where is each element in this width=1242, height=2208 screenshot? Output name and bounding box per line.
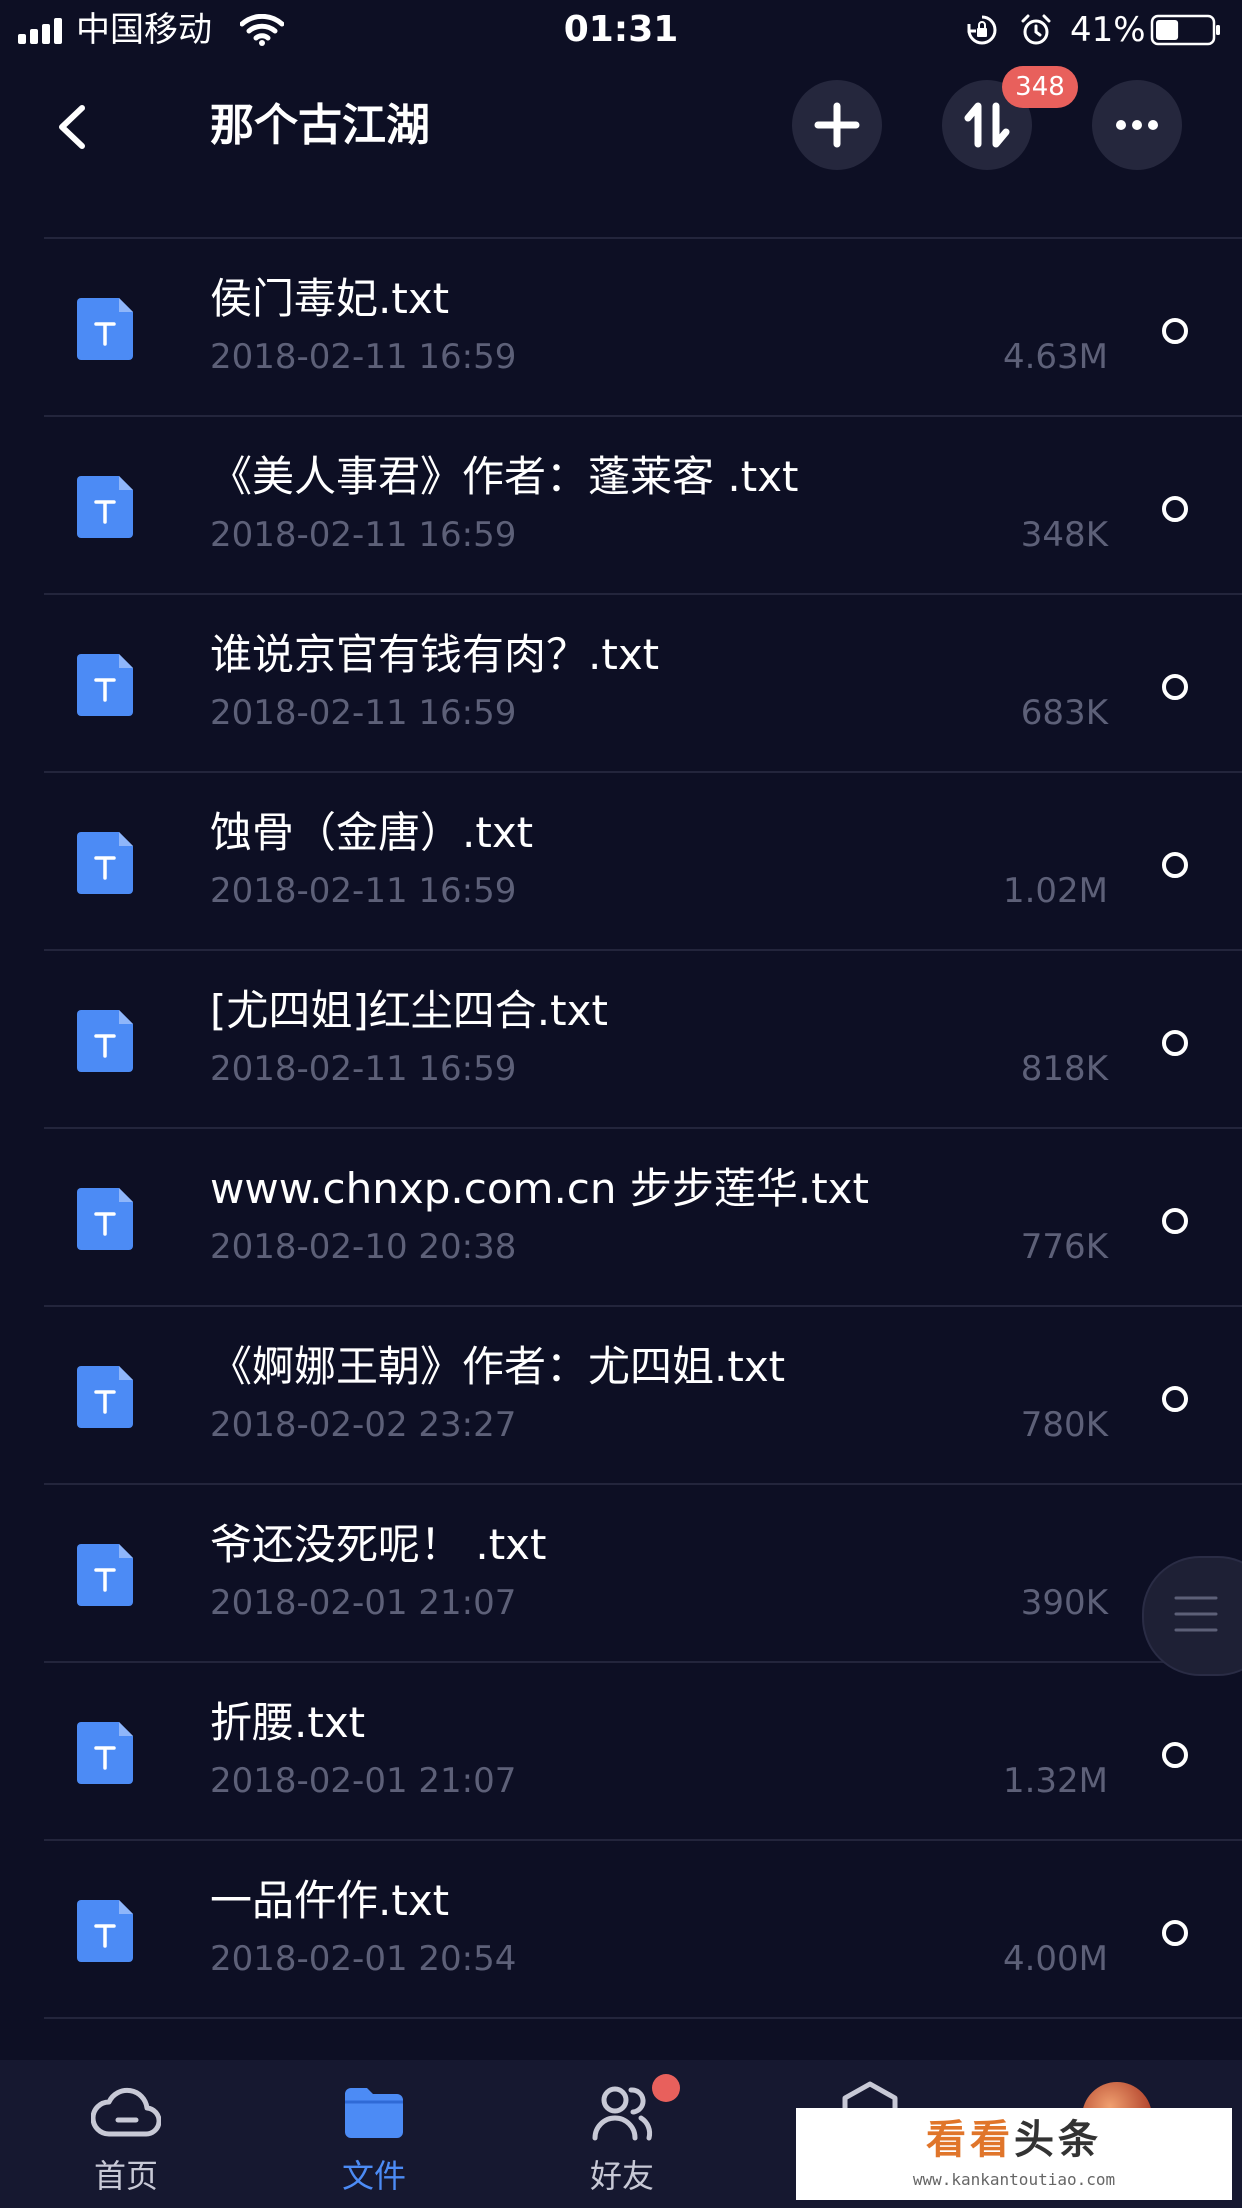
file-row[interactable]: 侯门毒妃.txt 2018-02-11 16:59 4.63M	[44, 239, 1242, 417]
file-name: 谁说京官有钱有肉？.txt	[210, 630, 660, 679]
tab-files-label: 文件	[341, 2157, 406, 2195]
file-date: 2018-02-11 16:59	[210, 515, 517, 555]
file-name: 折腰.txt	[210, 1698, 366, 1747]
select-checkbox[interactable]	[1162, 318, 1188, 344]
select-checkbox[interactable]	[1162, 1386, 1188, 1412]
select-checkbox[interactable]	[1162, 852, 1188, 878]
select-checkbox[interactable]	[1162, 1208, 1188, 1234]
file-date: 2018-02-10 20:38	[210, 1227, 517, 1267]
battery-icon	[1150, 14, 1220, 46]
file-size: 348K	[1020, 515, 1108, 555]
file-size: 780K	[1020, 1405, 1108, 1445]
back-arrow-icon[interactable]	[52, 102, 92, 152]
battery-percentage: 41%	[1070, 10, 1146, 50]
file-name: 侯门毒妃.txt	[210, 274, 450, 323]
file-size: 683K	[1020, 693, 1108, 733]
text-file-icon	[77, 298, 133, 360]
select-checkbox[interactable]	[1162, 674, 1188, 700]
file-row[interactable]: 一品仵作.txt 2018-02-01 20:54 4.00M	[44, 1841, 1242, 2019]
file-size: 1.32M	[1002, 1761, 1108, 1801]
file-name: www.chnxp.com.cn 步步莲华.txt	[210, 1164, 869, 1213]
status-time: 01:31	[563, 9, 679, 50]
page-title: 那个古江湖	[210, 100, 430, 151]
select-checkbox[interactable]	[1162, 496, 1188, 522]
file-size: 1.02M	[1002, 871, 1108, 911]
file-row[interactable]: 蚀骨（金唐）.txt 2018-02-11 16:59 1.02M	[44, 773, 1242, 951]
file-size: 4.00M	[1002, 1939, 1108, 1979]
text-file-icon	[77, 1722, 133, 1784]
file-row[interactable]: 爷还没死呢！ .txt 2018-02-01 21:07 390K	[44, 1485, 1242, 1663]
file-date: 2018-02-11 16:59	[210, 871, 517, 911]
folder-icon	[345, 2088, 403, 2138]
menu-lines-icon	[1174, 1596, 1218, 1632]
watermark-logo-text: 看看头条	[926, 2117, 1102, 2163]
alarm-icon	[1021, 14, 1051, 45]
watermark: 看看头条 www.kankantoutiao.com	[796, 2108, 1232, 2200]
file-row[interactable]: 折腰.txt 2018-02-01 21:07 1.32M	[44, 1663, 1242, 1841]
text-file-icon	[77, 1544, 133, 1606]
file-row[interactable]: 《婀娜王朝》作者：尤四姐.txt 2018-02-02 23:27 780K	[44, 1307, 1242, 1485]
file-name: 爷还没死呢！ .txt	[210, 1520, 547, 1569]
file-row[interactable]: [尤四姐]红尘四合.txt 2018-02-11 16:59 818K	[44, 951, 1242, 1129]
tab-home-label: 首页	[93, 2157, 158, 2195]
file-date: 2018-02-01 21:07	[210, 1583, 517, 1623]
file-name: 蚀骨（金唐）.txt	[210, 808, 534, 857]
file-name: [尤四姐]红尘四合.txt	[210, 986, 608, 1035]
text-file-icon	[77, 1900, 133, 1962]
tab-files[interactable]: 文件	[284, 2060, 464, 2208]
cloud-icon	[91, 2087, 161, 2137]
file-size: 818K	[1020, 1049, 1108, 1089]
file-date: 2018-02-01 21:07	[210, 1761, 517, 1801]
text-file-icon	[77, 1366, 133, 1428]
file-size: 776K	[1020, 1227, 1108, 1267]
transfer-count-badge: 348	[1002, 66, 1078, 108]
add-button[interactable]	[792, 80, 882, 170]
tab-friends[interactable]: 好友	[532, 2060, 712, 2208]
floating-menu-handle[interactable]	[1142, 1556, 1242, 1676]
text-file-icon	[77, 1188, 133, 1250]
file-name: 《婀娜王朝》作者：尤四姐.txt	[210, 1342, 786, 1391]
select-checkbox[interactable]	[1162, 1742, 1188, 1768]
rotation-lock-icon	[967, 15, 997, 45]
file-row[interactable]: www.chnxp.com.cn 步步莲华.txt 2018-02-10 20:3…	[44, 1129, 1242, 1307]
plus-icon	[814, 102, 860, 148]
text-file-icon	[77, 654, 133, 716]
status-bar: 中国移动 01:31 41%	[0, 0, 1242, 62]
tab-home[interactable]: 首页	[36, 2060, 216, 2208]
nav-header: 那个古江湖 348	[0, 62, 1242, 192]
file-row[interactable]: 谁说京官有钱有肉？.txt 2018-02-11 16:59 683K	[44, 595, 1242, 773]
friends-icon	[592, 2086, 653, 2141]
file-date: 2018-02-11 16:59	[210, 1049, 517, 1089]
text-file-icon	[77, 476, 133, 538]
select-checkbox[interactable]	[1162, 1920, 1188, 1946]
file-date: 2018-02-11 16:59	[210, 337, 517, 377]
watermark-url: www.kankantoutiao.com	[912, 2170, 1116, 2189]
friends-notification-dot	[652, 2074, 680, 2102]
file-row[interactable]: 《美人事君》作者：蓬莱客 .txt 2018-02-11 16:59 348K	[44, 417, 1242, 595]
text-file-icon	[77, 1010, 133, 1072]
file-name: 《美人事君》作者：蓬莱客 .txt	[210, 452, 799, 501]
more-dots-icon	[1116, 120, 1158, 130]
file-date: 2018-02-11 16:59	[210, 693, 517, 733]
file-list[interactable]: ​ 侯门毒妃.txt 2018-02-11 16:59 4.63M 《美人事君》作者：…	[0, 192, 1242, 2060]
more-options-button[interactable]	[1092, 80, 1182, 170]
tab-friends-label: 好友	[589, 2157, 654, 2195]
file-date: 2018-02-02 23:27	[210, 1405, 517, 1445]
file-size: 390K	[1020, 1583, 1108, 1623]
text-file-icon	[77, 832, 133, 894]
file-size: 4.63M	[1002, 337, 1108, 377]
partial-list-item: ​	[44, 192, 1242, 239]
file-date: 2018-02-01 20:54	[210, 1939, 517, 1979]
select-checkbox[interactable]	[1162, 1030, 1188, 1056]
file-name: 一品仵作.txt	[210, 1876, 450, 1925]
